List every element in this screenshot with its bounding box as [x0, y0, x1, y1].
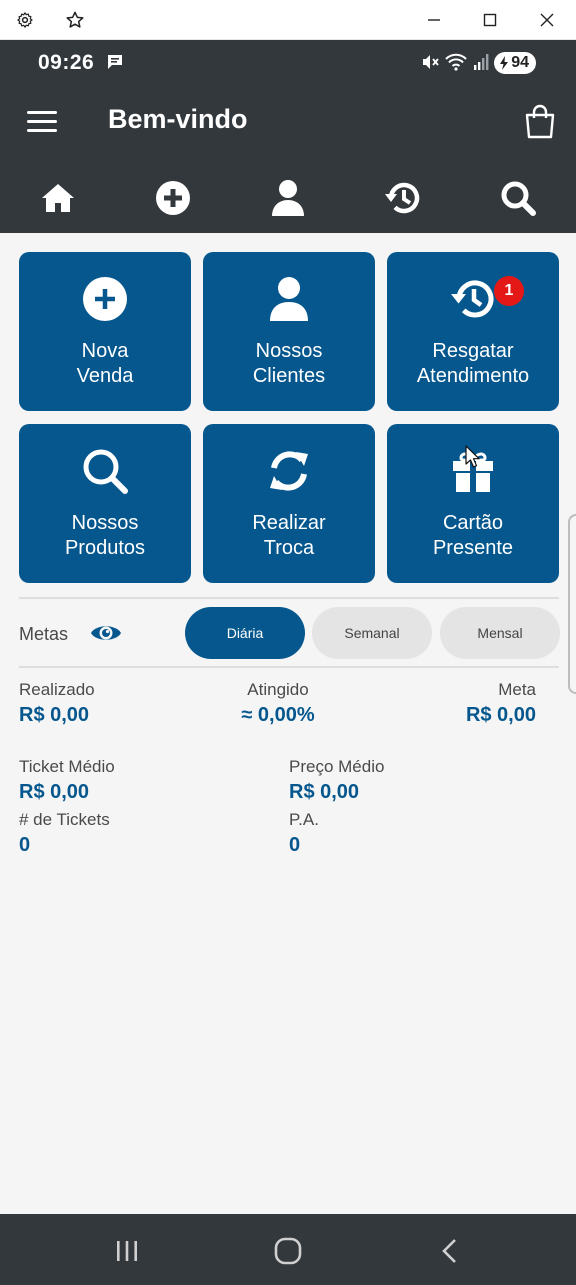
period-monthly-button[interactable]: Mensal — [440, 607, 560, 659]
recent-apps-icon[interactable] — [107, 1234, 147, 1268]
wifi-icon — [445, 52, 467, 77]
tile-label: Nossos Clientes — [252, 340, 326, 387]
preco-medio-label: Preço Médio — [289, 757, 385, 776]
realizado-label: Realizado — [19, 680, 95, 699]
preco-medio-value: R$ 0,00 — [289, 781, 360, 803]
mouse-cursor-icon — [465, 445, 481, 474]
battery-level: 94 — [511, 54, 529, 71]
back-icon[interactable] — [430, 1234, 470, 1268]
tile-label: Resgatar Atendimento — [416, 340, 530, 387]
close-icon[interactable] — [535, 8, 559, 32]
app-header: Bem-vindo — [0, 84, 576, 162]
status-bar: 09:26 94 — [0, 40, 576, 84]
signal-icon — [472, 53, 490, 76]
gear-icon[interactable] — [13, 8, 37, 32]
divider — [19, 666, 559, 668]
page-title: Bem-vindo — [108, 104, 248, 134]
shopping-bag-icon[interactable] — [523, 104, 557, 140]
period-daily-button[interactable]: Diária — [185, 607, 305, 659]
metas-label: Metas — [19, 624, 69, 644]
realizado-value: R$ 0,00 — [19, 704, 90, 726]
search-icon[interactable] — [498, 178, 538, 218]
refresh-icon — [203, 446, 375, 496]
add-circle-icon — [19, 274, 191, 324]
period-weekly-button[interactable]: Semanal — [312, 607, 432, 659]
charging-icon — [500, 56, 509, 70]
meta-value: R$ 0,00 — [465, 704, 536, 726]
tile-label: Nossos Produtos — [64, 512, 146, 559]
history-icon[interactable] — [383, 178, 423, 218]
window-title-bar — [0, 0, 576, 40]
tile-resgatar-atendimento[interactable]: 1 Resgatar Atendimento — [387, 252, 559, 411]
status-time: 09:26 — [38, 51, 95, 74]
person-icon[interactable] — [268, 178, 308, 218]
person-icon — [203, 274, 375, 324]
home-button-icon[interactable] — [268, 1234, 308, 1268]
nav-bar — [0, 162, 576, 233]
home-icon[interactable] — [38, 178, 78, 218]
tickets-value: 0 — [19, 834, 31, 856]
menu-icon[interactable] — [27, 108, 57, 136]
tickets-label: # de Tickets — [19, 810, 110, 829]
history-icon — [387, 274, 559, 324]
add-circle-icon[interactable] — [153, 178, 193, 218]
search-icon — [19, 446, 191, 496]
tile-label: Nova Venda — [76, 340, 134, 387]
atingido-value: ≈ 0,00% — [241, 704, 315, 726]
meta-label: Meta — [498, 680, 536, 699]
pa-label: P.A. — [289, 810, 319, 829]
android-nav-bar — [0, 1214, 576, 1285]
eye-icon[interactable] — [90, 620, 122, 646]
pa-value: 0 — [289, 834, 301, 856]
ticket-medio-label: Ticket Médio — [19, 757, 115, 776]
notification-badge: 1 — [494, 276, 524, 306]
tile-label: Cartão Presente — [432, 512, 514, 559]
ticket-medio-value: R$ 0,00 — [19, 781, 90, 803]
tile-realizar-troca[interactable]: Realizar Troca — [203, 424, 375, 583]
star-icon[interactable] — [63, 8, 87, 32]
minimize-icon[interactable] — [422, 8, 446, 32]
battery-indicator: 94 — [494, 52, 536, 74]
maximize-icon[interactable] — [478, 8, 502, 32]
tile-nossos-produtos[interactable]: Nossos Produtos — [19, 424, 191, 583]
edge-panel-handle[interactable] — [568, 514, 576, 694]
divider — [19, 597, 559, 599]
tile-label: Realizar Troca — [252, 512, 326, 559]
tile-nova-venda[interactable]: Nova Venda — [19, 252, 191, 411]
tile-nossos-clientes[interactable]: Nossos Clientes — [203, 252, 375, 411]
atingido-label: Atingido — [247, 680, 309, 699]
message-icon — [106, 53, 124, 76]
mute-icon — [420, 52, 440, 77]
